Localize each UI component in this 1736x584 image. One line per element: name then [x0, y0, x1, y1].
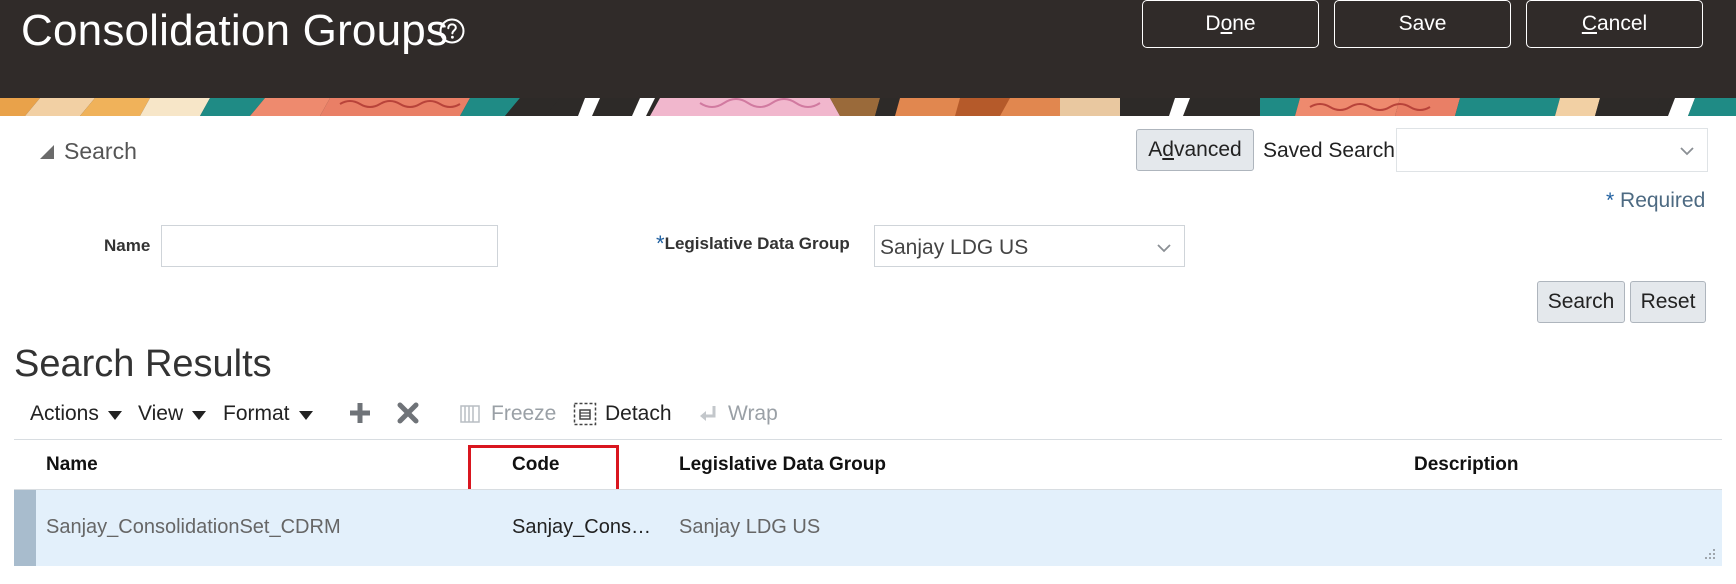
ldg-select-value: Sanjay LDG US — [880, 236, 1029, 259]
ldg-field-label: *Legislative Data Group — [656, 231, 850, 257]
ldg-label-text: Legislative Data Group — [664, 234, 850, 253]
done-button[interactable]: Do ne — [1142, 0, 1319, 48]
search-section-toggle[interactable]: Search — [38, 138, 137, 165]
collapse-triangle-icon — [40, 144, 54, 159]
row-selection-marker — [14, 490, 36, 566]
actions-menu[interactable]: Actions — [30, 402, 122, 426]
search-section-label: Search — [64, 138, 137, 164]
freeze-button[interactable]: Freeze — [459, 402, 556, 426]
cancel-label-access-key: C — [1581, 12, 1597, 35]
advanced-label-access-key: d — [1162, 138, 1174, 161]
plus-icon — [350, 403, 370, 423]
saved-search-label: Saved Search — [1263, 139, 1395, 162]
advanced-label-start: A — [1148, 138, 1163, 161]
name-field-label: Name — [104, 236, 151, 255]
column-header-name[interactable]: Name — [46, 454, 98, 476]
column-header-legislative-data-group[interactable]: Legislative Data Group — [679, 454, 886, 476]
caret-down-icon — [107, 410, 122, 420]
page-title: Consolidation Groups — [21, 6, 449, 55]
resize-grip-icon[interactable] — [1704, 548, 1716, 560]
advanced-search-button[interactable]: Advanced — [1136, 129, 1254, 171]
format-menu-label: Format — [223, 402, 290, 425]
chevron-down-icon — [1157, 244, 1171, 253]
name-input[interactable] — [161, 225, 498, 267]
add-row-button[interactable] — [348, 401, 372, 425]
freeze-label: Freeze — [491, 402, 557, 425]
code-column-highlight-box — [468, 445, 619, 492]
ldg-required-star: * — [656, 231, 665, 256]
search-button[interactable]: Search — [1537, 281, 1625, 323]
wrap-text-icon — [700, 406, 716, 421]
required-label: Required — [1620, 189, 1706, 212]
decorative-banner — [0, 98, 1736, 116]
caret-down-icon — [192, 410, 207, 420]
save-button[interactable]: Save — [1334, 0, 1511, 48]
caret-down-icon — [298, 410, 313, 420]
page-header: Consolidation Groups Do ne Save Cancel — [0, 0, 1736, 98]
x-delete-icon — [397, 402, 419, 424]
detach-table-icon — [573, 402, 597, 426]
legislative-data-group-select[interactable]: Sanjay LDG US — [874, 225, 1185, 267]
row-code-cell: Sanjay_Cons… — [512, 516, 651, 538]
freeze-columns-icon — [460, 405, 480, 423]
saved-search-select[interactable] — [1396, 128, 1708, 172]
search-results-title: Search Results — [14, 343, 272, 385]
cancel-label-end: ancel — [1596, 12, 1648, 35]
wrap-label: Wrap — [728, 402, 778, 425]
detach-button[interactable]: Detach — [573, 402, 672, 426]
help-icon[interactable] — [438, 17, 466, 45]
row-name-cell: Sanjay_ConsolidationSet_CDRM — [46, 516, 341, 538]
done-label-access-key: o — [1220, 12, 1233, 35]
wrap-button[interactable]: Wrap — [698, 402, 778, 426]
delete-row-button[interactable] — [396, 401, 420, 425]
required-note: * Required — [1606, 189, 1705, 213]
view-menu[interactable]: View — [138, 402, 207, 426]
table-top-divider — [14, 439, 1722, 440]
detach-label: Detach — [605, 402, 672, 425]
cancel-button[interactable]: Cancel — [1526, 0, 1703, 48]
actions-menu-label: Actions — [30, 402, 99, 425]
done-label-start: D — [1205, 12, 1221, 35]
row-ldg-cell: Sanjay LDG US — [679, 516, 821, 538]
done-label-end: ne — [1232, 12, 1256, 35]
format-menu[interactable]: Format — [223, 402, 313, 426]
view-menu-label: View — [138, 402, 184, 425]
reset-button[interactable]: Reset — [1630, 281, 1706, 323]
advanced-label-end: vanced — [1173, 138, 1242, 161]
chevron-down-icon — [1680, 147, 1694, 156]
column-header-description[interactable]: Description — [1414, 454, 1519, 476]
required-star: * — [1606, 189, 1615, 212]
table-row[interactable]: Sanjay_ConsolidationSet_CDRM Sanjay_Cons… — [14, 490, 1722, 566]
